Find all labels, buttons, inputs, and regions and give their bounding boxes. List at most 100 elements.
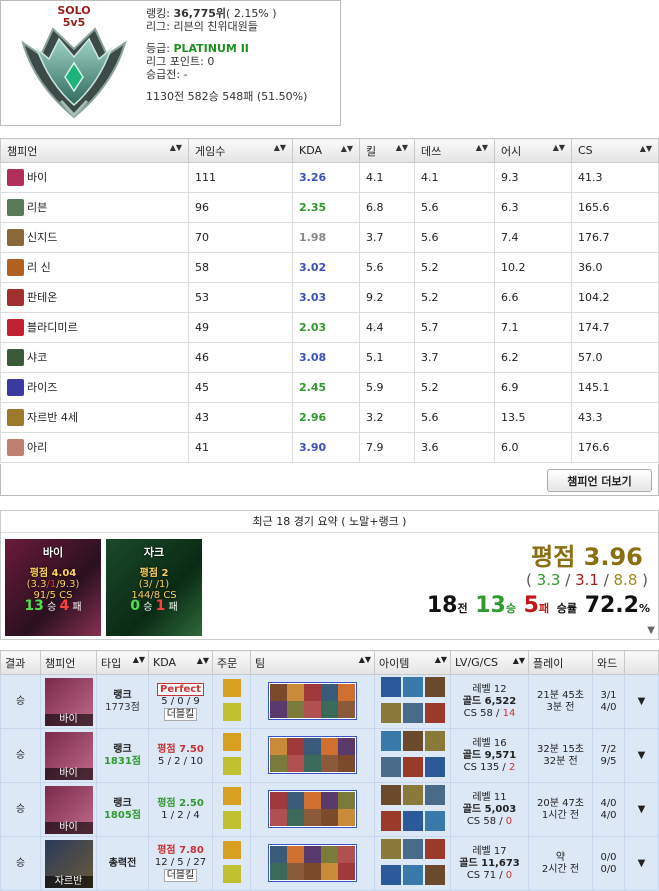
team-champion-icon[interactable] [321,808,338,826]
team-champion-icon[interactable] [304,700,321,718]
item-icon[interactable] [402,676,423,697]
team-champion-icon[interactable] [287,791,304,809]
item-icon[interactable] [402,730,423,751]
team-champion-icon[interactable] [338,683,355,701]
expand-icon[interactable]: ▼ [624,836,659,891]
sort-icon[interactable]: ▲▼ [341,144,353,153]
header-deaths[interactable]: 데쓰 ▲▼ [414,138,495,163]
team-champion-icon[interactable] [270,862,287,880]
header-result[interactable]: 결과 [0,650,41,675]
spell-icon[interactable] [222,810,241,829]
item-icon[interactable] [424,676,445,697]
champion-cell[interactable]: 바이 [40,782,97,837]
champion-row[interactable]: 아리 41 3.90 7.9 3.6 6.0 176.6 [0,432,659,463]
team-champion-icon[interactable] [304,845,321,863]
item-icon[interactable] [402,784,423,805]
team-champion-icon[interactable] [304,862,321,880]
champion-cell[interactable]: 리 신 [0,252,189,283]
team-champion-icon[interactable] [287,683,304,701]
sort-icon[interactable]: ▲▼ [359,655,371,664]
expand-icon[interactable]: ▼ [624,674,659,729]
item-icon[interactable] [424,864,445,885]
team-champion-icon[interactable] [270,700,287,718]
champion-cell[interactable]: 자르반 4세 [0,402,189,433]
header-kda[interactable]: KDA ▲▼ [148,650,213,675]
sort-icon[interactable]: ▲▼ [476,143,488,152]
header-kda[interactable]: KDA ▲▼ [292,138,360,163]
champion-row[interactable]: 리 신 58 3.02 5.6 5.2 10.2 36.0 [0,252,659,283]
summary-card-zac[interactable]: 자크 평점 2 (3/ /1) 144/8 CS 0 승 1 패 [106,539,202,636]
team-champion-icon[interactable] [287,737,304,755]
team-champion-icon[interactable] [304,754,321,772]
item-icon[interactable] [424,810,445,831]
item-icon[interactable] [380,784,401,805]
team-champion-icon[interactable] [270,808,287,826]
header-games[interactable]: 게임수 ▲▼ [188,138,293,163]
header-items[interactable]: 아이템 ▲▼ [374,650,451,675]
team-champion-icon[interactable] [270,845,287,863]
item-icon[interactable] [380,810,401,831]
team-champion-icon[interactable] [338,808,355,826]
team-champion-icon[interactable] [321,700,338,718]
sort-icon[interactable]: ▲▼ [133,655,145,664]
champion-cell[interactable]: 샤코 [0,342,189,373]
item-icon[interactable] [380,730,401,751]
team-champion-icon[interactable] [321,791,338,809]
item-icon[interactable] [424,730,445,751]
team-champion-icon[interactable] [270,683,287,701]
item-icon[interactable] [380,756,401,777]
header-wards[interactable]: 와드 [592,650,625,675]
champion-cell[interactable]: 바이 [40,674,97,729]
team-champion-icon[interactable] [338,754,355,772]
item-icon[interactable] [402,838,423,859]
sort-icon[interactable]: ▲▼ [396,143,408,152]
team-champion-icon[interactable] [338,791,355,809]
team-champion-icon[interactable] [338,845,355,863]
champion-cell[interactable]: 판테온 [0,282,189,313]
sort-icon[interactable]: ▲▼ [553,143,565,152]
team-champion-icon[interactable] [287,700,304,718]
item-icon[interactable] [424,756,445,777]
spell-icon[interactable] [222,732,241,751]
header-cs[interactable]: CS ▲▼ [571,138,659,163]
champion-row[interactable]: 라이즈 45 2.45 5.9 5.2 6.9 145.1 [0,372,659,403]
expand-icon[interactable]: ▼ [624,782,659,837]
sort-icon[interactable]: ▲▼ [274,143,286,152]
spell-icon[interactable] [222,786,241,805]
champion-row[interactable]: 판테온 53 3.03 9.2 5.2 6.6 104.2 [0,282,659,313]
spell-icon[interactable] [222,702,241,721]
team-champion-icon[interactable] [338,737,355,755]
item-icon[interactable] [424,838,445,859]
team-champion-icon[interactable] [270,791,287,809]
match-row[interactable]: 승 바이 랭크 1831점 평점 7.50 5 / 2 / 10 레벨 16 골드 9,571… [0,728,659,783]
header-kills[interactable]: 킬 ▲▼ [359,138,415,163]
team-champion-icon[interactable] [304,683,321,701]
team-champion-icon[interactable] [287,754,304,772]
item-icon[interactable] [380,838,401,859]
summary-card-vi[interactable]: 바이 평점 4.04 (3.3/1/9.3) 91/5 CS 13 승 4 패 [5,539,101,636]
champion-row[interactable]: 바이 111 3.26 4.1 4.1 9.3 41.3 [0,162,659,193]
scroll-down-icon[interactable]: ▼ [647,625,655,636]
sort-icon[interactable]: ▲▼ [435,655,447,664]
header-type[interactable]: 타입 ▲▼ [96,650,149,675]
team-champion-icon[interactable] [321,683,338,701]
item-icon[interactable] [402,756,423,777]
item-icon[interactable] [380,702,401,723]
more-champions-button[interactable]: 챔피언 더보기 [547,469,652,492]
item-icon[interactable] [380,676,401,697]
team-champion-icon[interactable] [321,754,338,772]
team-champion-icon[interactable] [321,862,338,880]
team-champion-icon[interactable] [321,737,338,755]
header-assists[interactable]: 어시 ▲▼ [494,138,572,163]
champion-cell[interactable]: 바이 [0,162,189,193]
champion-cell[interactable]: 리븐 [0,192,189,223]
team-champion-icon[interactable] [304,737,321,755]
team-champion-icon[interactable] [287,862,304,880]
champion-cell[interactable]: 블라디미르 [0,312,189,343]
team-champion-icon[interactable] [304,808,321,826]
team-champion-icon[interactable] [321,845,338,863]
champion-cell[interactable]: 아리 [0,432,189,463]
header-champion[interactable]: 챔피언 [40,650,97,675]
spell-icon[interactable] [222,756,241,775]
header-lv-g-cs[interactable]: LV/G/CS ▲▼ [450,650,529,675]
